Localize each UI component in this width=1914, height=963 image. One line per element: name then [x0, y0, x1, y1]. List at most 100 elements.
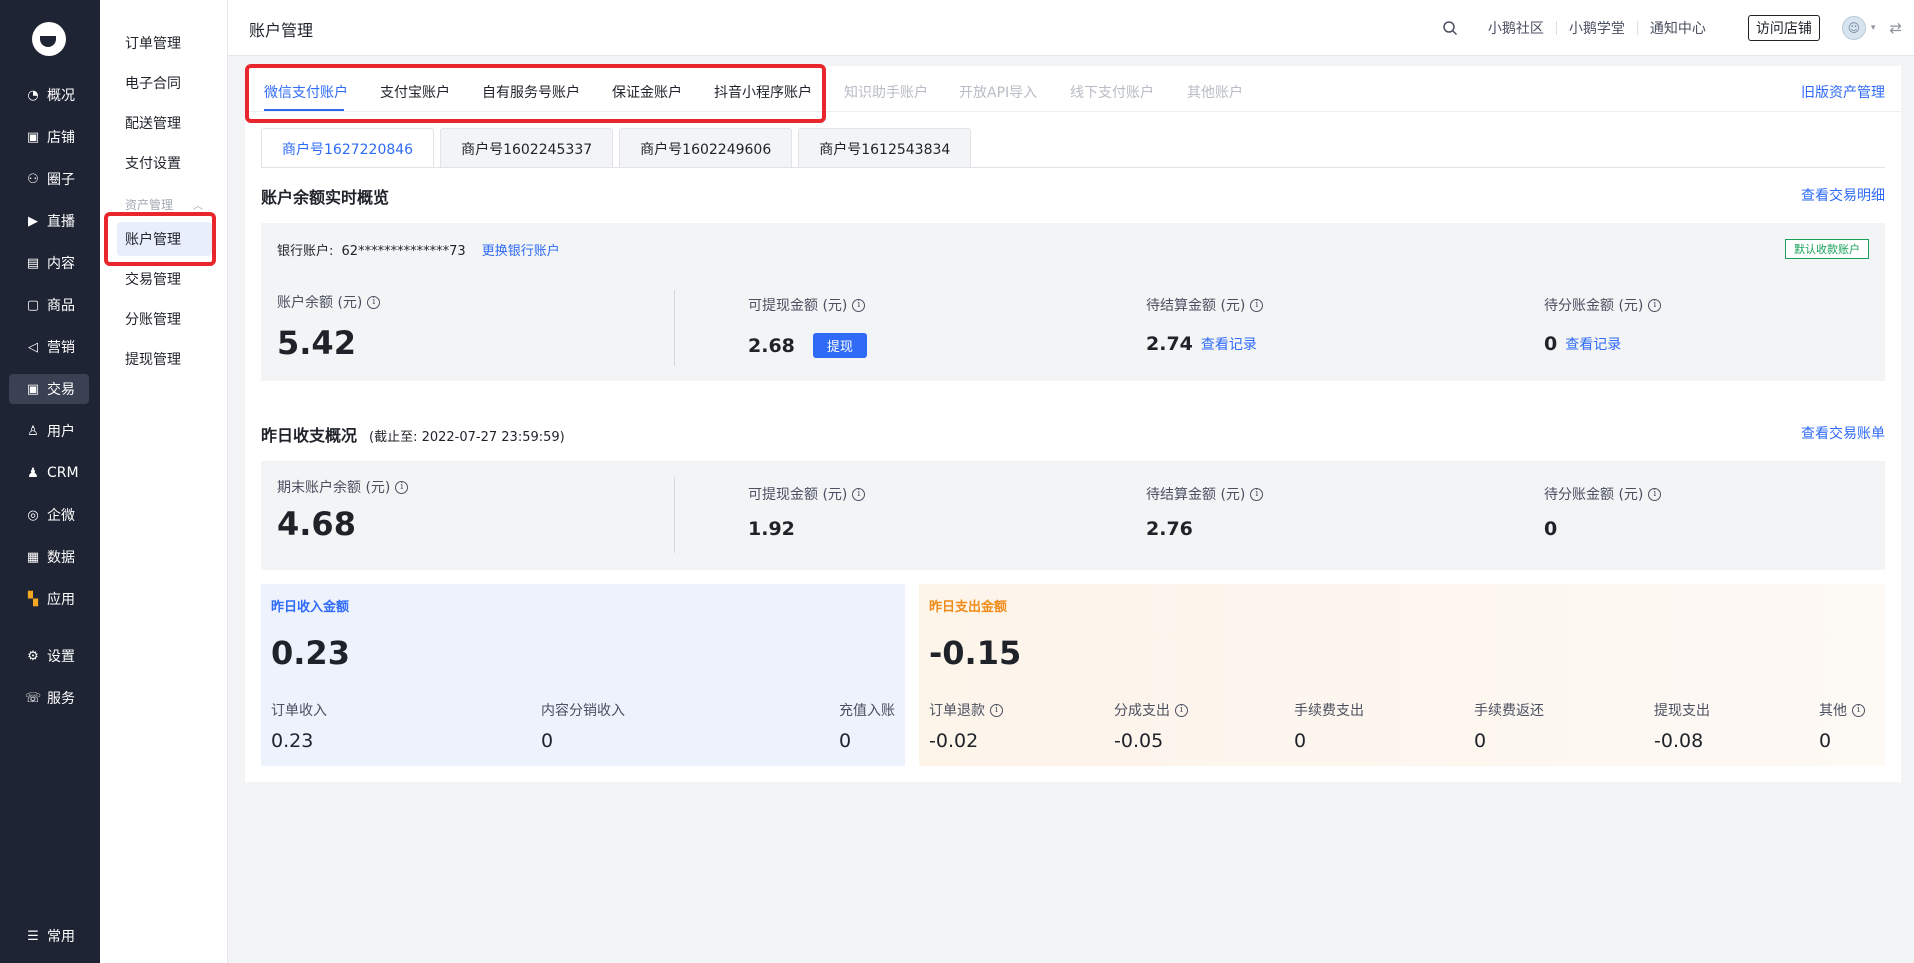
nav-item-user[interactable]: ♙ 用户: [9, 416, 89, 446]
income-col-label: 充值入账: [839, 703, 895, 719]
change-bank-account-link[interactable]: 更换银行账户: [482, 244, 560, 259]
info-icon[interactable]: i: [395, 480, 409, 494]
tab-wechat-pay[interactable]: 微信支付账户: [264, 82, 348, 102]
expense-col-value: 0: [1474, 730, 1487, 752]
academy-link[interactable]: 小鹅学堂: [1557, 18, 1637, 38]
chevron-down-icon[interactable]: ▾: [1871, 23, 1876, 33]
service-icon: ☏: [24, 690, 42, 706]
nav-label: 概况: [47, 88, 75, 104]
transaction-icon: ▣: [26, 381, 40, 397]
tab-own-service-account[interactable]: 自有服务号账户: [482, 82, 580, 102]
expense-col-value: 0: [1819, 730, 1832, 752]
view-records-link[interactable]: 查看记录: [1201, 334, 1257, 354]
list-icon: ☰: [27, 928, 39, 944]
divider: [674, 290, 675, 366]
nav-item-overview[interactable]: ◔ 概况: [9, 80, 89, 110]
tab-deposit-account[interactable]: 保证金账户: [612, 82, 682, 102]
header-actions: 小鹅社区 小鹅学堂 通知中心 访问店铺 ☺ ▾ ⇄: [1442, 0, 1914, 56]
avatar[interactable]: ☺: [1841, 16, 1866, 40]
merchant-tab[interactable]: 商户号1602249606: [619, 128, 793, 168]
stat-label: 待结算金额 (元): [1146, 298, 1246, 314]
info-icon[interactable]: i: [1250, 487, 1264, 501]
nav-item-circle[interactable]: ⚇ 圈子: [9, 164, 89, 194]
tab-knowledge-assistant[interactable]: 知识助手账户: [844, 82, 928, 102]
info-icon[interactable]: i: [367, 295, 381, 309]
user-icon: ♙: [27, 423, 39, 439]
info-icon[interactable]: i: [1648, 487, 1662, 501]
subnav-item-delivery[interactable]: 配送管理: [117, 106, 212, 140]
bank-account-row: 银行账户: 62**************73 更换银行账户: [277, 240, 560, 259]
view-transaction-details-link[interactable]: 查看交易明细: [1801, 185, 1885, 205]
nav-item-live[interactable]: ▶ 直播: [9, 206, 89, 236]
tab-alipay[interactable]: 支付宝账户: [380, 82, 450, 102]
expense-col-value: 0: [1294, 730, 1307, 752]
subnav-item-transaction-management[interactable]: 交易管理: [117, 262, 212, 296]
stat-label: 可提现金额 (元): [748, 487, 848, 503]
tab-offline-payment[interactable]: 线下支付账户: [1070, 82, 1154, 102]
visit-store-button[interactable]: 访问店铺: [1747, 15, 1820, 41]
nav-label: 直播: [47, 214, 75, 230]
nav-item-product[interactable]: ▢ 商品: [9, 290, 89, 320]
account-tabs: 微信支付账户 支付宝账户 自有服务号账户 保证金账户 抖音小程序账户 知识助手账…: [245, 66, 1901, 112]
nav-item-data[interactable]: ▦ 数据: [9, 542, 89, 572]
expense-col: 分成支出 i -0.05: [1114, 700, 1188, 752]
tab-douyin-miniprogram[interactable]: 抖音小程序账户: [714, 82, 812, 102]
subnav-item-contracts[interactable]: 电子合同: [117, 66, 212, 100]
realtime-panel: 银行账户: 62**************73 更换银行账户 默认收款账户 账…: [261, 223, 1885, 381]
info-icon[interactable]: i: [852, 487, 866, 501]
view-transaction-bill-link[interactable]: 查看交易账单: [1801, 423, 1885, 443]
main-nav: ◔ 概况 ▣ 店铺 ⚇ 圈子 ▶ 直播 ▤ 内容 ▢ 商品 ◁ 营销 ▣ 交易 ♙ 用户 ♟ CRM…: [0, 0, 100, 963]
nav-item-crm[interactable]: ♟ CRM: [9, 458, 89, 488]
app-logo[interactable]: [32, 22, 66, 56]
chevron-up-icon: ︿: [193, 201, 204, 212]
nav-item-settings[interactable]: ⚙ 设置: [9, 641, 89, 671]
nav-item-wecom[interactable]: ◎ 企微: [9, 500, 89, 530]
nav-item-common[interactable]: ☰ 常用: [9, 921, 89, 951]
nav-item-store[interactable]: ▣ 店铺: [9, 122, 89, 152]
notification-center-link[interactable]: 通知中心: [1638, 18, 1718, 38]
yesterday-panel: 期末账户余额 (元) i 4.68 可提现金额 (元) i 1.92 待结算金额 (…: [261, 461, 1885, 570]
merchant-tab[interactable]: 商户号1602245337: [440, 128, 614, 168]
subnav-item-payment-settings[interactable]: 支付设置: [117, 146, 212, 180]
info-icon[interactable]: i: [1648, 298, 1662, 312]
nav-label: 商品: [47, 298, 75, 314]
nav-label: 数据: [47, 550, 75, 566]
info-icon[interactable]: i: [990, 703, 1003, 717]
nav-item-marketing[interactable]: ◁ 营销: [9, 332, 89, 362]
view-records-link[interactable]: 查看记录: [1565, 334, 1621, 354]
subnav-item-account-management[interactable]: 账户管理: [117, 222, 212, 256]
pending-settlement-value: 2.74: [1146, 333, 1193, 355]
merchant-tab[interactable]: 商户号1627220846: [261, 128, 435, 168]
crm-icon: ♟: [27, 465, 39, 481]
tab-open-api[interactable]: 开放API导入: [959, 82, 1037, 102]
tab-other-accounts[interactable]: 其他账户: [1187, 82, 1243, 102]
pending-settlement-stat: 待结算金额 (元) i 2.74 查看记录: [1146, 295, 1264, 355]
default-account-badge: 默认收款账户: [1785, 239, 1869, 259]
info-icon[interactable]: i: [1250, 298, 1264, 312]
subnav-group-assets[interactable]: 资产管理 ︿: [125, 196, 203, 213]
nav-item-content[interactable]: ▤ 内容: [9, 248, 89, 278]
subnav-item-orders[interactable]: 订单管理: [117, 26, 212, 60]
megaphone-icon: ◁: [28, 339, 38, 355]
info-icon[interactable]: i: [1852, 703, 1865, 717]
data-icon: ▦: [26, 549, 40, 565]
store-icon: ▣: [26, 129, 40, 145]
subnav-group-label: 资产管理: [125, 198, 174, 212]
info-icon[interactable]: i: [1175, 703, 1188, 717]
legacy-asset-management-link[interactable]: 旧版资产管理: [1801, 82, 1885, 102]
subnav-item-split-management[interactable]: 分账管理: [117, 302, 212, 336]
merchant-tab[interactable]: 商户号1612543834: [798, 128, 972, 168]
nav-item-transaction[interactable]: ▣ 交易: [9, 374, 89, 404]
expense-col-label: 其他: [1819, 703, 1847, 719]
switch-icon[interactable]: ⇄: [1889, 19, 1902, 37]
info-icon[interactable]: i: [852, 298, 866, 312]
expense-col: 提现支出 -0.08: [1654, 700, 1710, 752]
stat-label: 待分账金额 (元): [1544, 298, 1644, 314]
nav-item-service[interactable]: ☏ 服务: [9, 683, 89, 713]
subnav-item-withdraw-management[interactable]: 提现管理: [117, 342, 212, 376]
withdraw-button[interactable]: 提现: [812, 333, 867, 358]
search-icon[interactable]: [1442, 20, 1458, 36]
account-balance-value: 5.42: [277, 324, 356, 362]
community-link[interactable]: 小鹅社区: [1476, 18, 1556, 38]
nav-item-apps[interactable]: ▚ 应用: [9, 584, 89, 614]
